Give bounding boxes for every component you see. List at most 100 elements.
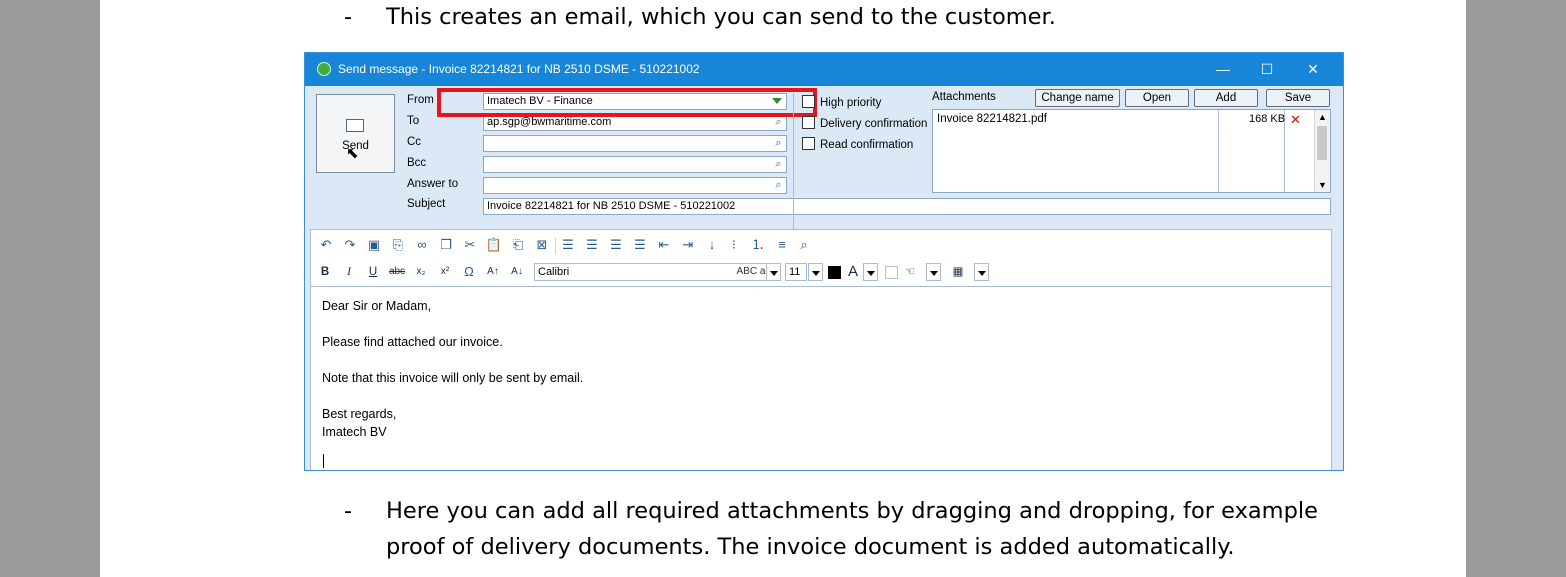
delivery-confirmation-checkbox[interactable]: Delivery confirmation: [802, 116, 927, 130]
horizontal-rule-icon[interactable]: ≡: [773, 236, 791, 254]
subject-field[interactable]: Invoice 82214821 for NB 2510 DSME - 5102…: [483, 198, 1331, 215]
attachments-scrollbar[interactable]: ▲ ▼: [1314, 110, 1330, 192]
cc-field[interactable]: ⌕: [483, 135, 787, 152]
paste-text-icon[interactable]: ⎗: [509, 236, 527, 254]
numbered-list-icon[interactable]: ⒈: [749, 236, 767, 254]
bullet-dash: -: [344, 498, 353, 524]
justify-icon[interactable]: ☰: [631, 236, 649, 254]
save-button[interactable]: Save: [1266, 89, 1330, 107]
bullet-dash: -: [344, 4, 353, 30]
add-button[interactable]: Add: [1194, 89, 1258, 107]
highlight-color-swatch[interactable]: [885, 266, 898, 279]
align-right-icon[interactable]: ☰: [607, 236, 625, 254]
scroll-thumb[interactable]: [1317, 126, 1327, 160]
attachment-name[interactable]: Invoice 82214821.pdf: [937, 113, 1047, 125]
subscript-button[interactable]: x₂: [412, 263, 430, 281]
formatting-toolbar-top: ↶ ↷ ▣ ⎘ ∞ ❐ ✂ 📋 ⎗ ⊠ ☰ ☰ ☰ ☰ ⇤ ⇥ ↓ ⁝ ⒈ ≡ …: [311, 232, 991, 256]
undo-icon[interactable]: ↶: [317, 236, 335, 254]
bullet-list-icon[interactable]: ⁝: [725, 236, 743, 254]
font-color-dropdown-button[interactable]: [863, 263, 878, 281]
open-button[interactable]: Open: [1125, 89, 1189, 107]
bold-button[interactable]: B: [316, 263, 334, 281]
body-line-1: Dear Sir or Madam,: [322, 299, 432, 313]
delete-attachment-icon[interactable]: ✕: [1289, 113, 1302, 126]
highlight-hand-icon[interactable]: ☜: [901, 263, 919, 281]
grow-font-button[interactable]: A↑: [484, 263, 502, 281]
from-label: From: [407, 94, 434, 106]
highlight-dropdown-button[interactable]: [926, 263, 941, 281]
insert-image-icon[interactable]: ▣: [365, 236, 383, 254]
envelope-icon: [346, 119, 364, 132]
delivery-confirmation-label: Delivery confirmation: [820, 118, 928, 130]
high-priority-label: High priority: [820, 97, 882, 109]
arrow-down-icon[interactable]: ↓: [703, 236, 721, 254]
window-title: Send message - Invoice 82214821 for NB 2…: [338, 62, 700, 76]
divider: [793, 93, 794, 233]
body-line-3: Note that this invoice will only be sent…: [322, 371, 584, 385]
answer-to-label: Answer to: [407, 178, 459, 190]
font-size-select[interactable]: 11: [785, 263, 807, 281]
attachments-title: Attachments: [932, 91, 996, 103]
font-family-value: Calibri: [538, 266, 570, 278]
text-color-swatch[interactable]: [828, 266, 841, 279]
table-dropdown-button[interactable]: [974, 263, 989, 281]
font-family-select[interactable]: Calibri ABC abc: [534, 263, 780, 281]
align-center-icon[interactable]: ☰: [583, 236, 601, 254]
body-line-4: Best regards,: [322, 407, 397, 421]
clear-format-icon[interactable]: ⊠: [533, 236, 551, 254]
superscript-button[interactable]: x²: [436, 263, 454, 281]
attach-icon[interactable]: ⎘: [389, 236, 407, 254]
checkbox-icon[interactable]: [802, 116, 815, 129]
maximize-button[interactable]: ☐: [1245, 57, 1289, 81]
subject-value: Invoice 82214821 for NB 2510 DSME - 5102…: [487, 200, 736, 212]
font-size-dropdown-button[interactable]: [808, 263, 823, 281]
body-line-5: Imatech BV: [322, 425, 387, 439]
table-icon[interactable]: ▦: [949, 263, 967, 281]
lookup-icon[interactable]: ⌕: [772, 179, 785, 192]
bcc-field[interactable]: ⌕: [483, 156, 787, 173]
font-dropdown-button[interactable]: [766, 263, 781, 281]
lookup-icon[interactable]: ⌕: [772, 116, 785, 129]
read-confirmation-label: Read confirmation: [820, 139, 914, 151]
lookup-icon[interactable]: ⌕: [772, 137, 785, 150]
font-color-button[interactable]: A: [844, 263, 862, 281]
checkbox-icon[interactable]: [802, 137, 815, 150]
title-bar: Send message - Invoice 82214821 for NB 2…: [305, 53, 1343, 86]
scroll-up-icon[interactable]: ▲: [1315, 112, 1330, 122]
column-divider: [1218, 110, 1219, 192]
message-editor[interactable]: ↶ ↷ ▣ ⎘ ∞ ❐ ✂ 📋 ⎗ ⊠ ☰ ☰ ☰ ☰ ⇤ ⇥ ↓ ⁝ ⒈ ≡ …: [310, 229, 1332, 470]
change-name-button[interactable]: Change name: [1035, 89, 1120, 107]
align-left-icon[interactable]: ☰: [559, 236, 577, 254]
copy-icon[interactable]: ❐: [437, 236, 455, 254]
close-button[interactable]: ✕: [1291, 57, 1335, 81]
answer-to-field[interactable]: ⌕: [483, 177, 787, 194]
highlight-box: [437, 88, 817, 117]
attachments-list[interactable]: Invoice 82214821.pdf 168 KB ✕ ▲ ▼: [932, 109, 1331, 193]
link-icon[interactable]: ∞: [413, 236, 431, 254]
bullet-2-text-line1: Here you can add all required attachment…: [386, 498, 1318, 524]
find-icon[interactable]: ⌕: [795, 236, 813, 254]
body-line-2: Please find attached our invoice.: [322, 335, 503, 349]
omega-icon[interactable]: Ω: [460, 263, 478, 281]
checkbox-icon[interactable]: [802, 95, 815, 108]
minimize-button[interactable]: —: [1201, 57, 1245, 81]
attachment-size: 168 KB: [1249, 113, 1286, 125]
lookup-icon[interactable]: ⌕: [772, 158, 785, 171]
toolbar-separator: [555, 238, 556, 254]
redo-icon[interactable]: ↷: [341, 236, 359, 254]
italic-button[interactable]: I: [340, 263, 358, 281]
bcc-label: Bcc: [407, 157, 427, 169]
paste-icon[interactable]: 📋: [485, 236, 503, 254]
strikethrough-button[interactable]: abc: [388, 263, 406, 281]
read-confirmation-checkbox[interactable]: Read confirmation: [802, 137, 913, 151]
send-message-window: Send message - Invoice 82214821 for NB 2…: [304, 52, 1344, 471]
outdent-icon[interactable]: ⇤: [655, 236, 673, 254]
indent-icon[interactable]: ⇥: [679, 236, 697, 254]
cut-icon[interactable]: ✂: [461, 236, 479, 254]
shrink-font-button[interactable]: A↓: [508, 263, 526, 281]
underline-button[interactable]: U: [364, 263, 382, 281]
high-priority-checkbox[interactable]: High priority: [802, 95, 881, 109]
font-size-value: 11: [789, 266, 801, 278]
divider: [311, 286, 1331, 287]
scroll-down-icon[interactable]: ▼: [1315, 180, 1330, 190]
